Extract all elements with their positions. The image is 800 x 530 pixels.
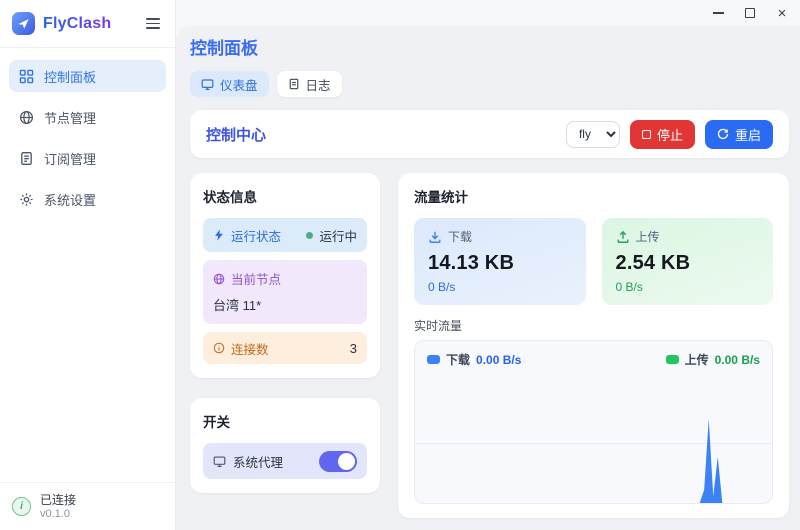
stop-button-label: 停止	[657, 125, 683, 144]
subscription-icon	[19, 151, 34, 166]
monitor-icon	[213, 455, 226, 468]
switches-card-title: 开关	[203, 411, 367, 431]
realtime-traffic-label: 实时流量	[414, 317, 773, 334]
stop-icon	[642, 130, 651, 139]
chart-legend: 下载 0.00 B/s 上传 0.00 B/s	[427, 351, 760, 368]
upload-swatch-icon	[666, 355, 679, 364]
window-maximize-button[interactable]	[734, 1, 766, 25]
status-info-card: 状态信息 运行状态 运行中	[190, 173, 380, 378]
content-surface: 控制面板 仪表盘 日志 控制中心	[176, 26, 800, 530]
system-proxy-row: 系统代理	[203, 443, 367, 479]
sidebar-item-subscriptions[interactable]: 订阅管理	[9, 142, 166, 174]
hamburger-menu-icon[interactable]	[143, 15, 163, 32]
sidebar-menu: 控制面板 节点管理 订阅管理 系统设置	[0, 48, 175, 227]
info-icon	[213, 342, 225, 354]
legend-upload-label: 上传	[685, 351, 709, 368]
download-stat-box: 下载 14.13 KB 0 B/s	[414, 218, 586, 305]
upload-stat-box: 上传 2.54 KB 0 B/s	[602, 218, 774, 305]
app-version: v0.1.0	[40, 508, 76, 520]
connections-label: 连接数	[231, 339, 269, 358]
restart-button-label: 重启	[735, 125, 761, 144]
upload-icon	[616, 230, 630, 244]
gear-icon	[19, 192, 34, 207]
sidebar-item-label: 控制面板	[44, 67, 96, 86]
legend-upload: 上传 0.00 B/s	[666, 351, 760, 368]
run-state-label: 运行状态	[231, 226, 281, 245]
globe-icon	[19, 110, 34, 125]
connected-info-icon: i	[12, 497, 31, 516]
main-area: × 控制面板 仪表盘 日志 控制中心	[176, 0, 800, 530]
sidebar-item-label: 系统设置	[44, 190, 96, 209]
sidebar-header: FlyClash	[0, 0, 175, 48]
download-swatch-icon	[427, 355, 440, 364]
log-icon	[288, 78, 300, 90]
sidebar-item-dashboard[interactable]: 控制面板	[9, 60, 166, 92]
tab-label: 仪表盘	[220, 75, 258, 94]
legend-download-value: 0.00 B/s	[476, 353, 521, 367]
sidebar: FlyClash 控制面板 节点管理 订阅管理	[0, 0, 176, 530]
connections-row: 连接数 3	[203, 332, 367, 364]
upload-label: 上传	[636, 228, 660, 245]
current-node-row: 当前节点 台湾 11*	[203, 260, 367, 324]
sidebar-item-label: 节点管理	[44, 108, 96, 127]
sidebar-item-label: 订阅管理	[44, 149, 96, 168]
run-state-value: 运行中	[319, 226, 357, 245]
current-node-label: 当前节点	[231, 269, 281, 288]
upload-speed: 0 B/s	[616, 280, 760, 294]
download-total: 14.13 KB	[428, 252, 572, 275]
tab-label: 日志	[306, 75, 331, 94]
system-proxy-label: 系统代理	[233, 452, 283, 471]
app-logo	[12, 12, 35, 35]
realtime-traffic-chart: 下载 0.00 B/s 上传 0.00 B/s	[414, 340, 773, 504]
tab-dashboard[interactable]: 仪表盘	[190, 71, 269, 97]
stop-button[interactable]: 停止	[630, 120, 695, 149]
restart-icon	[717, 128, 729, 140]
control-center-title: 控制中心	[206, 124, 266, 145]
window-titlebar: ×	[176, 0, 800, 26]
realtime-chart-svg	[415, 371, 772, 503]
sidebar-item-settings[interactable]: 系统设置	[9, 183, 166, 215]
connection-label: 已连接	[40, 493, 76, 508]
lightning-icon	[213, 229, 225, 241]
tab-logs[interactable]: 日志	[277, 71, 342, 97]
traffic-card-title: 流量统计	[414, 186, 773, 206]
current-node-value: 台湾 11*	[213, 295, 357, 314]
dashboard-icon	[201, 78, 214, 91]
node-globe-icon	[213, 273, 225, 285]
window-close-button[interactable]: ×	[766, 1, 798, 25]
download-label: 下载	[448, 228, 472, 245]
control-center-card: 控制中心 fly 停止 重启	[190, 110, 789, 158]
run-state-row: 运行状态 运行中	[203, 218, 367, 252]
legend-download: 下载 0.00 B/s	[427, 351, 521, 368]
minimize-icon	[713, 12, 724, 13]
connection-status: i 已连接 v0.1.0	[0, 482, 175, 530]
upload-total: 2.54 KB	[616, 252, 760, 275]
status-card-title: 状态信息	[203, 186, 367, 206]
profile-select[interactable]: fly	[566, 121, 620, 148]
connections-value: 3	[350, 341, 357, 356]
legend-upload-value: 0.00 B/s	[715, 353, 760, 367]
grid-icon	[19, 69, 34, 84]
download-speed: 0 B/s	[428, 280, 572, 294]
paper-plane-icon	[17, 17, 30, 30]
running-dot-icon	[306, 232, 313, 239]
toggle-knob	[338, 453, 355, 470]
page-title: 控制面板	[190, 34, 789, 59]
sidebar-item-nodes[interactable]: 节点管理	[9, 101, 166, 133]
legend-download-label: 下载	[446, 351, 470, 368]
app-window: FlyClash 控制面板 节点管理 订阅管理	[0, 0, 800, 530]
switches-card: 开关 系统代理	[190, 398, 380, 493]
close-icon: ×	[778, 6, 787, 21]
window-minimize-button[interactable]	[702, 1, 734, 25]
maximize-icon	[745, 8, 755, 18]
restart-button[interactable]: 重启	[705, 120, 773, 149]
traffic-stats-card: 流量统计 下载 14.13 KB 0 B/s	[398, 173, 789, 518]
view-tabs: 仪表盘 日志	[190, 71, 789, 97]
download-icon	[428, 230, 442, 244]
brand-name: FlyClash	[43, 15, 111, 33]
system-proxy-toggle[interactable]	[319, 451, 357, 472]
